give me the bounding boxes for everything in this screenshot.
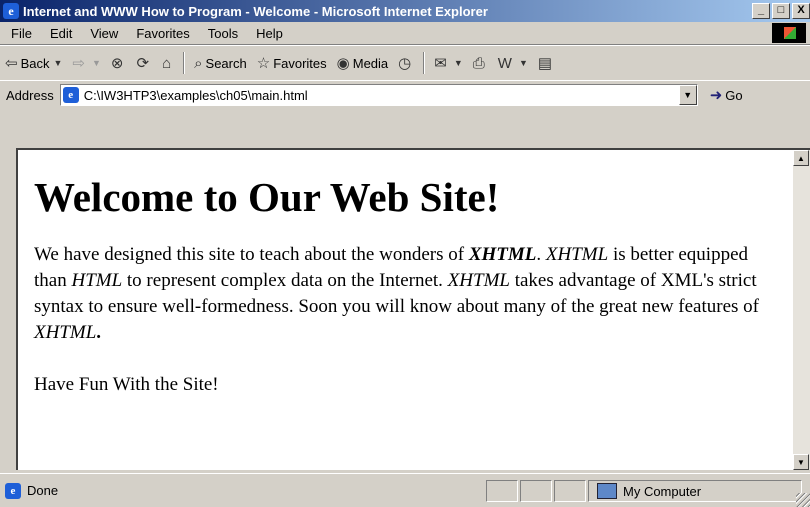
back-dropdown-icon[interactable]: ▼: [53, 58, 62, 68]
close-button[interactable]: X: [792, 3, 810, 19]
print-icon: ⎙: [472, 54, 485, 72]
security-zone: My Computer: [588, 480, 802, 502]
page-viewport[interactable]: Welcome to Our Web Site! We have designe…: [16, 148, 810, 470]
menu-bar: File Edit View Favorites Tools Help: [0, 22, 810, 45]
status-text: Done: [27, 483, 59, 498]
search-button[interactable]: ⌕ Search: [189, 55, 252, 72]
page-icon: e: [62, 87, 79, 103]
print-button[interactable]: ⎙: [468, 55, 493, 72]
stop-icon: ⊗: [110, 55, 124, 72]
go-arrow-icon: ➜: [709, 87, 723, 104]
media-icon: ◉: [336, 55, 350, 72]
go-button[interactable]: ➜ Go: [710, 86, 743, 104]
mail-icon: ✉: [434, 55, 447, 72]
favorites-icon: ☆: [256, 55, 271, 72]
menu-help[interactable]: Help: [247, 26, 292, 41]
address-dropdown-icon[interactable]: ▼: [678, 85, 697, 105]
address-url[interactable]: C:\IW3HTP3\examples\ch05\main.html: [84, 88, 308, 103]
emphasis-xhtml: XHTML: [545, 244, 609, 265]
paragraph-text: to represent complex data on the Interne…: [122, 270, 448, 291]
page-heading: Welcome to Our Web Site!: [34, 174, 500, 220]
stop-button[interactable]: ⊗: [106, 54, 132, 72]
menu-edit[interactable]: Edit: [41, 26, 81, 41]
standard-toolbar: ⇦ Back ▼ ⇨ ▼ ⊗ ⟳ ⌂ ⌕ Search ☆ Favorites …: [0, 45, 810, 81]
resize-grip[interactable]: [796, 493, 810, 507]
back-arrow-icon: ⇦: [5, 55, 18, 72]
web-page-content: Welcome to Our Web Site! We have designe…: [34, 172, 774, 398]
discuss-button[interactable]: ▤: [533, 54, 560, 72]
go-label: Go: [725, 87, 743, 103]
paragraph-text: We have designed this site to teach abou…: [34, 244, 469, 265]
ie-logo-icon: e: [3, 3, 19, 19]
toolbar-separator: [423, 52, 426, 74]
history-icon: ◷: [398, 55, 412, 72]
title-bar[interactable]: e Internet and WWW How to Program - Welc…: [0, 0, 810, 22]
closing-paragraph: Have Fun With the Site!: [34, 374, 219, 395]
paragraph-text: .: [96, 322, 102, 343]
forward-dropdown-icon[interactable]: ▼: [92, 58, 101, 68]
search-label: Search: [205, 55, 247, 71]
forward-arrow-icon: ⇨: [72, 55, 85, 72]
menu-favorites[interactable]: Favorites: [127, 26, 198, 41]
history-button[interactable]: ◷: [393, 54, 419, 72]
address-input[interactable]: e C:\IW3HTP3\examples\ch05\main.html ▼: [59, 84, 698, 106]
my-computer-icon: [597, 483, 617, 499]
home-icon: ⌂: [162, 54, 172, 72]
edit-dropdown-icon[interactable]: ▼: [519, 58, 528, 68]
scroll-up-button[interactable]: ▲: [793, 150, 809, 166]
discuss-icon: ▤: [537, 55, 553, 72]
minimize-button[interactable]: _: [752, 3, 770, 19]
status-bar: e Done My Computer: [0, 473, 810, 507]
mail-dropdown-icon[interactable]: ▼: [454, 58, 463, 68]
media-button[interactable]: ◉ Media: [332, 54, 394, 72]
refresh-button[interactable]: ⟳: [131, 54, 157, 72]
page-status-icon: e: [5, 482, 21, 499]
status-panes: My Computer: [486, 480, 804, 502]
forward-button[interactable]: ⇨ ▼: [67, 54, 106, 72]
emphasis-html: HTML: [71, 270, 123, 291]
intro-paragraph: We have designed this site to teach abou…: [34, 242, 774, 346]
window-controls: _ □ X: [752, 3, 810, 19]
search-icon: ⌕: [194, 54, 203, 72]
mail-button[interactable]: ✉ ▼: [429, 54, 468, 72]
word-edit-icon: W: [497, 54, 512, 72]
refresh-icon: ⟳: [136, 55, 150, 72]
menu-view[interactable]: View: [81, 26, 127, 41]
menu-file[interactable]: File: [0, 26, 41, 41]
zone-label: My Computer: [623, 483, 702, 499]
back-button[interactable]: ⇦ Back ▼: [0, 54, 67, 72]
status-pane: [520, 480, 552, 502]
browser-window: e Internet and WWW How to Program - Welc…: [0, 0, 810, 507]
favorites-label: Favorites: [273, 55, 327, 71]
windows-logo-icon: [772, 23, 806, 43]
emphasis-xhtml: XHTML: [447, 270, 510, 291]
paragraph-text: .: [536, 244, 546, 265]
media-label: Media: [352, 55, 389, 71]
emphasis-xhtml: XHTML: [468, 244, 537, 265]
status-pane: [486, 480, 518, 502]
status-pane: [554, 480, 586, 502]
maximize-button[interactable]: □: [772, 3, 790, 19]
emphasis-xhtml: XHTML: [34, 322, 97, 343]
scroll-down-button[interactable]: ▼: [793, 454, 809, 470]
address-label: Address: [6, 87, 54, 103]
edit-button[interactable]: W ▼: [493, 55, 533, 72]
favorites-button[interactable]: ☆ Favorites: [252, 54, 332, 72]
menu-tools[interactable]: Tools: [199, 26, 247, 41]
vertical-scrollbar[interactable]: ▲ ▼: [793, 150, 810, 470]
home-button[interactable]: ⌂: [157, 55, 179, 72]
back-label: Back: [20, 55, 50, 71]
address-bar: Address e C:\IW3HTP3\examples\ch05\main.…: [0, 80, 810, 109]
window-title: Internet and WWW How to Program - Welcom…: [23, 3, 488, 19]
toolbar-separator: [183, 52, 186, 74]
